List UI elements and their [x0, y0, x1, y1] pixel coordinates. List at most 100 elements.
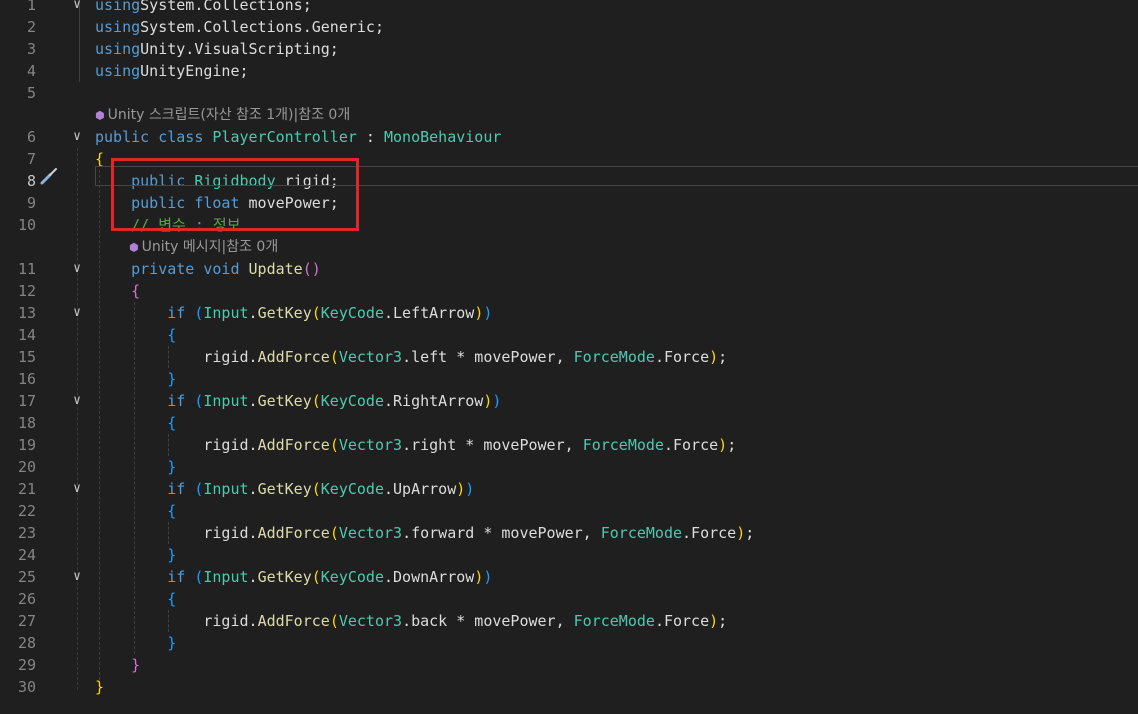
code-line[interactable]: 2 usingSystem.Collections.Generic; [0, 16, 1138, 38]
code-token: { [131, 282, 141, 300]
code-token: . [248, 568, 258, 586]
code-line[interactable]: 17 ∨ if (Input.GetKey(KeyCode.RightArrow)… [0, 390, 1138, 412]
fold-chevron-icon[interactable]: ∨ [70, 258, 84, 280]
code-line[interactable]: 25 ∨ if (Input.GetKey(KeyCode.DownArrow)) [0, 566, 1138, 588]
code-line[interactable]: 11 ∨ private void Update() [0, 258, 1138, 280]
code-line[interactable]: 22 { [0, 500, 1138, 522]
code-line[interactable]: 15 rigid.AddForce(Vector3.left * movePow… [0, 346, 1138, 368]
code-text[interactable]: if (Input.GetKey(KeyCode.DownArrow)) [95, 566, 492, 588]
code-line[interactable]: 28 } [0, 632, 1138, 654]
codelens-text[interactable]: ⬢ Unity 스크립트(자산 참조 1개)|참조 0개 [95, 104, 350, 127]
code-line[interactable]: 30} [0, 676, 1138, 698]
code-text[interactable]: rigid.AddForce(Vector3.back * movePower,… [95, 610, 727, 632]
codelens-label[interactable]: Unity 메시지|참조 0개 [142, 239, 279, 255]
code-text[interactable]: public class PlayerController : MonoBeha… [95, 126, 501, 148]
code-text[interactable]: { [95, 412, 176, 434]
code-token: Input [203, 568, 249, 586]
code-text[interactable]: { [95, 588, 176, 610]
code-token: ) [465, 480, 475, 498]
line-number: 9 [26, 194, 36, 212]
code-text[interactable]: private void Update() [95, 258, 321, 280]
code-token: .Force [663, 436, 719, 454]
code-text[interactable]: usingSystem.Collections; [95, 0, 312, 16]
code-token: . [248, 480, 258, 498]
codelens-label[interactable]: Unity 스크립트(자산 참조 1개)|참조 0개 [108, 107, 351, 123]
code-token: .right * movePower, [402, 436, 583, 454]
code-line[interactable]: 20 } [0, 456, 1138, 478]
fold-chevron-icon[interactable]: ∨ [70, 390, 84, 412]
code-line[interactable]: 1 ∨ usingSystem.Collections; [0, 0, 1138, 16]
code-line[interactable]: 16 } [0, 368, 1138, 390]
code-line[interactable]: 3 usingUnity.VisualScripting; [0, 38, 1138, 60]
code-text[interactable]: if (Input.GetKey(KeyCode.LeftArrow)) [95, 302, 492, 324]
code-token: if [167, 568, 195, 586]
code-text[interactable]: } [95, 456, 176, 478]
code-text[interactable]: { [95, 500, 176, 522]
code-token: . [248, 304, 258, 322]
code-line[interactable]: 6 ∨ public class PlayerController : MonoBe… [0, 126, 1138, 148]
code-token: using [95, 18, 141, 36]
code-text[interactable]: if (Input.GetKey(KeyCode.RightArrow)) [95, 390, 501, 412]
code-text[interactable]: usingUnity.VisualScripting; [95, 38, 339, 60]
code-line[interactable]: 27 rigid.AddForce(Vector3.back * movePow… [0, 610, 1138, 632]
code-line[interactable]: 19 rigid.AddForce(Vector3.right * movePo… [0, 434, 1138, 456]
code-text[interactable]: rigid.AddForce(Vector3.right * movePower… [95, 434, 736, 456]
line-number: 6 [26, 128, 36, 146]
code-token: .LeftArrow [384, 304, 475, 322]
code-text[interactable]: rigid.AddForce(Vector3.left * movePower,… [95, 346, 727, 368]
code-text[interactable]: rigid.AddForce(Vector3.forward * movePow… [95, 522, 754, 544]
code-token: public class [95, 128, 213, 146]
code-token: .left * movePower, [402, 348, 574, 366]
fold-chevron-icon[interactable]: ∨ [70, 0, 84, 16]
code-line[interactable]: 21 ∨ if (Input.GetKey(KeyCode.UpArrow)) [0, 478, 1138, 500]
code-line[interactable]: 4 usingUnityEngine; [0, 60, 1138, 82]
code-line[interactable]: 26 { [0, 588, 1138, 610]
code-text[interactable]: usingUnityEngine; [95, 60, 249, 82]
code-token: .RightArrow [384, 392, 484, 410]
code-text[interactable]: } [95, 368, 176, 390]
code-text[interactable]: } [95, 632, 176, 654]
code-token: System.Collections; [140, 0, 312, 14]
code-line[interactable]: 5 [0, 82, 1138, 104]
code-text[interactable]: if (Input.GetKey(KeyCode.UpArrow)) [95, 478, 474, 500]
code-token: if [167, 304, 195, 322]
codelens[interactable]: ⬢ Unity 메시지|참조 0개 [0, 236, 1138, 258]
code-token: } [95, 678, 105, 696]
code-line[interactable]: 23 rigid.AddForce(Vector3.forward * move… [0, 522, 1138, 544]
fold-chevron-icon[interactable]: ∨ [70, 478, 84, 500]
codelens-text[interactable]: ⬢ Unity 메시지|참조 0개 [129, 236, 278, 259]
code-token: ; [745, 524, 755, 542]
code-text[interactable]: } [95, 544, 176, 566]
code-token: ( [311, 392, 321, 410]
line-number: 19 [17, 436, 36, 454]
code-line[interactable]: 13 ∨ if (Input.GetKey(KeyCode.LeftArrow)) [0, 302, 1138, 324]
quick-action-screwdriver-icon[interactable] [38, 166, 60, 186]
code-text[interactable]: { [95, 280, 140, 302]
code-line[interactable]: 18 { [0, 412, 1138, 434]
code-line[interactable]: 14 { [0, 324, 1138, 346]
line-number: 22 [17, 502, 36, 520]
code-line[interactable]: 29 } [0, 654, 1138, 676]
code-token: AddForce [257, 524, 330, 542]
line-number: 13 [17, 304, 36, 322]
code-editor[interactable]: 1 ∨ usingSystem.Collections; 2 usingSystem.C… [0, 0, 1138, 714]
codelens[interactable]: ⬢ Unity 스크립트(자산 참조 1개)|참조 0개 [0, 104, 1138, 126]
code-line[interactable]: 12 { [0, 280, 1138, 302]
code-text[interactable]: } [95, 676, 104, 698]
code-line[interactable]: 24 } [0, 544, 1138, 566]
line-number: 27 [17, 612, 36, 630]
fold-chevron-icon[interactable]: ∨ [70, 302, 84, 324]
code-token: : [356, 128, 384, 146]
code-text[interactable]: { [95, 324, 176, 346]
code-text[interactable]: usingSystem.Collections.Generic; [95, 16, 384, 38]
fold-chevron-icon[interactable]: ∨ [70, 126, 84, 148]
code-token: ForceMode [600, 524, 683, 542]
fold-chevron-icon[interactable]: ∨ [70, 566, 84, 588]
line-number: 24 [17, 546, 36, 564]
code-text[interactable]: } [95, 654, 140, 676]
code-token: rigid. [95, 348, 258, 366]
code-token: GetKey [257, 568, 312, 586]
